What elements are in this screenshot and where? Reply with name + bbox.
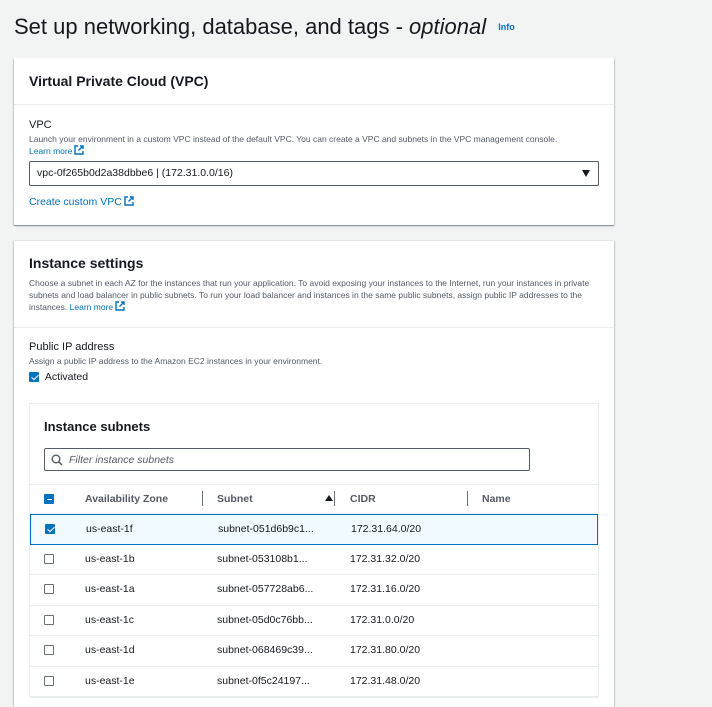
- search-icon: [51, 454, 63, 466]
- table-row[interactable]: us-east-1e subnet-0f5c24197... 172.31.48…: [30, 667, 598, 698]
- row-checkbox[interactable]: [45, 524, 55, 534]
- activated-checkbox-row[interactable]: Activated: [29, 371, 322, 383]
- cell-subnet: subnet-0f5c24197...: [217, 674, 310, 687]
- external-link-icon: [115, 301, 125, 311]
- vpc-section-title: Virtual Private Cloud (VPC): [29, 73, 209, 89]
- table-row[interactable]: us-east-1b subnet-053108b1... 172.31.32.…: [30, 545, 598, 576]
- create-custom-vpc-link[interactable]: Create custom VPC: [29, 196, 134, 208]
- instance-settings-container: Instance settings Choose a subnet in eac…: [14, 241, 614, 707]
- public-ip-field: Public IP address Assign a public IP add…: [29, 341, 322, 383]
- vpc-select-value: vpc-0f265b0d2a38dbbe6 | (172.31.0.0/16): [37, 167, 233, 179]
- instance-subnets-title: Instance subnets: [44, 419, 151, 434]
- column-divider[interactable]: [334, 491, 335, 506]
- table-body: us-east-1f subnet-051d6b9c1... 172.31.64…: [30, 514, 598, 698]
- vpc-header: Virtual Private Cloud (VPC): [14, 58, 614, 105]
- external-link-icon: [74, 145, 85, 155]
- column-header-subnet-label: Subnet: [217, 493, 253, 505]
- cell-availability-zone: us-east-1f: [86, 523, 133, 535]
- vpc-description-text: Launch your environment in a custom VPC …: [29, 134, 558, 144]
- cell-subnet: subnet-057728ab6...: [217, 583, 314, 596]
- vpc-field: VPC Launch your environment in a custom …: [29, 119, 599, 157]
- create-custom-vpc-text: Create custom VPC: [29, 196, 122, 208]
- row-checkbox[interactable]: [44, 584, 54, 595]
- table-row[interactable]: us-east-1f subnet-051d6b9c1... 172.31.64…: [30, 514, 598, 545]
- instance-settings-title: Instance settings: [29, 255, 144, 271]
- caret-down-icon: [582, 170, 590, 177]
- filter-subnets-field[interactable]: [44, 448, 530, 471]
- cell-subnet: subnet-068469c39...: [217, 644, 313, 657]
- filter-subnets-input[interactable]: [69, 451, 519, 468]
- page-title-optional: optional: [409, 14, 487, 39]
- activated-checkbox[interactable]: [29, 372, 39, 383]
- cell-cidr: 172.31.0.0/20: [350, 613, 415, 626]
- cell-availability-zone: us-east-1b: [85, 552, 135, 565]
- column-header-cidr[interactable]: CIDR: [350, 493, 376, 505]
- activated-label: Activated: [44, 371, 89, 384]
- cell-cidr: 172.31.16.0/20: [350, 583, 421, 596]
- public-ip-description: Assign a public IP address to the Amazon…: [29, 356, 323, 366]
- page-title: Set up networking, database, and tags - …: [14, 14, 515, 40]
- cell-availability-zone: us-east-1c: [85, 613, 135, 626]
- table-row[interactable]: us-east-1a subnet-057728ab6... 172.31.16…: [30, 575, 598, 606]
- row-checkbox[interactable]: [44, 614, 54, 625]
- cell-subnet: subnet-05d0c76bb...: [217, 613, 313, 626]
- table-row[interactable]: us-east-1d subnet-068469c39... 172.31.80…: [30, 636, 598, 667]
- subnets-table: Availability Zone Subnet CIDR Name us-ea…: [30, 484, 598, 698]
- column-header-subnet[interactable]: Subnet: [217, 493, 333, 505]
- column-divider[interactable]: [467, 491, 468, 506]
- page-title-text: Set up networking, database, and tags -: [14, 14, 410, 39]
- instance-settings-description: Choose a subnet in each AZ for the insta…: [29, 277, 599, 313]
- cell-cidr: 172.31.48.0/20: [350, 674, 421, 687]
- external-link-icon: [124, 196, 134, 206]
- cell-cidr: 172.31.64.0/20: [351, 523, 422, 535]
- cell-availability-zone: us-east-1e: [85, 674, 135, 687]
- table-header: Availability Zone Subnet CIDR Name: [30, 484, 598, 514]
- row-checkbox[interactable]: [44, 553, 54, 564]
- column-header-name[interactable]: Name: [482, 493, 511, 505]
- cell-availability-zone: us-east-1a: [85, 583, 135, 596]
- cell-cidr: 172.31.32.0/20: [350, 552, 421, 565]
- cell-subnet: subnet-053108b1...: [217, 552, 308, 565]
- cell-cidr: 172.31.80.0/20: [350, 644, 421, 657]
- vpc-learn-more-text: Learn more: [29, 146, 73, 156]
- vpc-description: Launch your environment in a custom VPC …: [29, 133, 599, 157]
- column-divider[interactable]: [202, 491, 203, 506]
- vpc-select[interactable]: vpc-0f265b0d2a38dbbe6 | (172.31.0.0/16): [29, 161, 599, 186]
- instance-learn-more-link[interactable]: Learn more: [69, 301, 125, 312]
- vpc-label: VPC: [29, 119, 52, 131]
- row-checkbox[interactable]: [44, 675, 54, 686]
- table-row[interactable]: us-east-1c subnet-05d0c76bb... 172.31.0.…: [30, 606, 598, 637]
- sort-ascending-icon: [324, 495, 333, 501]
- instance-subnets-panel: Instance subnets Availability Zone Subne…: [29, 403, 599, 698]
- cell-availability-zone: us-east-1d: [85, 644, 135, 657]
- column-header-availability-zone[interactable]: Availability Zone: [85, 493, 168, 505]
- public-ip-label: Public IP address: [29, 341, 115, 353]
- instance-learn-more-text: Learn more: [69, 302, 114, 312]
- row-checkbox[interactable]: [44, 645, 54, 656]
- vpc-learn-more-link[interactable]: Learn more: [29, 145, 85, 156]
- vpc-container: Virtual Private Cloud (VPC) VPC Launch y…: [14, 58, 614, 225]
- info-link[interactable]: Info: [498, 22, 515, 32]
- instance-settings-header: Instance settings Choose a subnet in eac…: [14, 241, 614, 328]
- select-all-checkbox[interactable]: [44, 494, 54, 504]
- cell-subnet: subnet-051d6b9c1...: [218, 523, 314, 535]
